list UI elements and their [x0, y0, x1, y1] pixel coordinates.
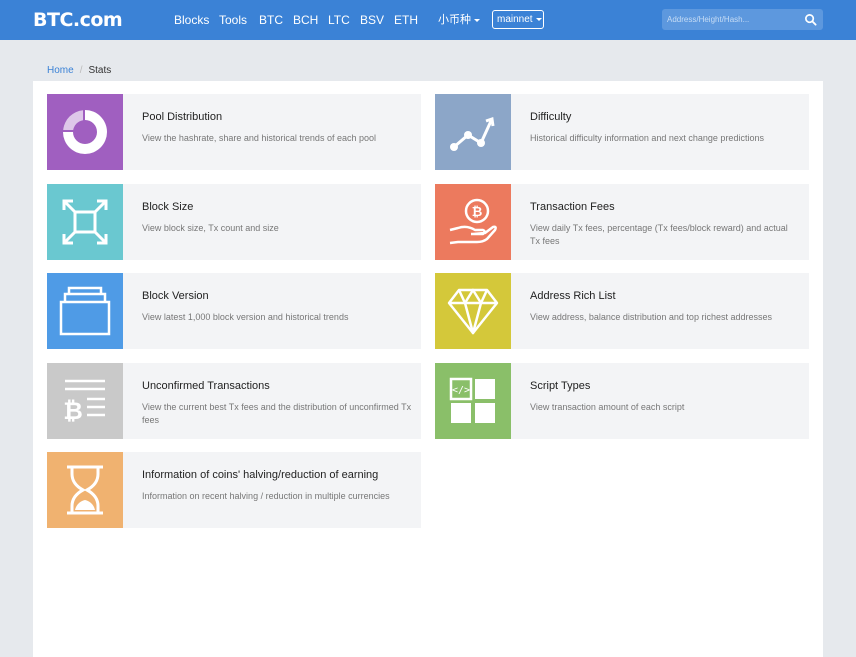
chevron-down-icon [474, 18, 480, 22]
card-block-size[interactable]: Block Size View block size, Tx count and… [47, 184, 421, 260]
breadcrumb: Home / Stats [47, 65, 111, 76]
card-description: View transaction amount of each script [530, 402, 685, 412]
coin-menu-dropdown[interactable]: 小币种 [438, 0, 480, 40]
card-title: Transaction Fees [530, 201, 615, 213]
svg-text:</>: </> [452, 385, 470, 396]
bitcoin-hand-icon: ₿ [449, 198, 497, 245]
breadcrumb-home[interactable]: Home [47, 65, 74, 76]
nav-tools[interactable]: Tools [219, 0, 247, 40]
nav-eth[interactable]: ETH [394, 0, 418, 40]
pie-chart-icon [63, 110, 107, 154]
card-icon-tile [47, 94, 123, 170]
card-title: Block Size [142, 201, 194, 213]
search-box [662, 9, 823, 30]
card-icon-tile: </> [435, 363, 511, 439]
bitcoin-list-icon: ₿ [63, 379, 105, 425]
card-unconfirmed-transactions[interactable]: ₿ Unconfirmed Transactions View the curr… [47, 363, 421, 439]
card-icon-tile: ₿ [435, 184, 511, 260]
svg-text:₿: ₿ [63, 397, 83, 425]
card-icon-tile [435, 94, 511, 170]
trend-line-icon [450, 117, 495, 151]
diamond-icon [447, 288, 499, 335]
network-select[interactable]: mainnet [492, 10, 544, 29]
card-description: View the hashrate, share and historical … [142, 133, 376, 143]
stats-panel: Pool Distribution View the hashrate, sha… [33, 81, 823, 657]
nav-btc[interactable]: BTC [259, 0, 283, 40]
card-title: Address Rich List [530, 290, 616, 302]
nav-ltc[interactable]: LTC [328, 0, 350, 40]
card-block-version[interactable]: Block Version View latest 1,000 block ve… [47, 273, 421, 349]
card-pool-distribution[interactable]: Pool Distribution View the hashrate, sha… [47, 94, 421, 170]
card-description: View latest 1,000 block version and hist… [142, 312, 349, 322]
nav-blocks[interactable]: Blocks [174, 0, 209, 40]
nav-bsv[interactable]: BSV [360, 0, 384, 40]
expand-arrows-icon [62, 199, 108, 245]
site-logo[interactable]: BTC.com [33, 9, 123, 31]
breadcrumb-separator: / [79, 65, 83, 76]
card-title: Pool Distribution [142, 111, 223, 123]
card-title: Difficulty [530, 111, 572, 123]
card-difficulty[interactable]: Difficulty Historical difficulty informa… [435, 94, 809, 170]
card-icon-tile [47, 273, 123, 349]
hourglass-icon [67, 465, 103, 515]
svg-text:₿: ₿ [472, 205, 483, 220]
card-description: Historical difficulty information and ne… [530, 133, 764, 143]
search-input[interactable] [662, 9, 794, 30]
card-description: View block size, Tx count and size [142, 223, 279, 233]
card-icon-tile [47, 184, 123, 260]
nav-bch[interactable]: BCH [293, 0, 318, 40]
code-grid-icon: </> [449, 377, 495, 423]
chevron-down-icon [535, 17, 542, 21]
card-icon-tile [435, 273, 511, 349]
search-icon[interactable] [804, 13, 817, 26]
network-label: mainnet [497, 14, 533, 25]
card-transaction-fees[interactable]: ₿ Transaction Fees View daily Tx fees, p… [435, 184, 809, 260]
card-halving-information[interactable]: Information of coins' halving/reduction … [47, 452, 421, 528]
coin-menu-label: 小币种 [438, 14, 471, 26]
card-icon-tile [47, 452, 123, 528]
card-description: View address, balance distribution and t… [530, 312, 772, 322]
card-description: Information on recent halving / reductio… [142, 491, 390, 501]
card-address-rich-list[interactable]: Address Rich List View address, balance … [435, 273, 809, 349]
stacked-blocks-icon [59, 286, 111, 336]
top-navbar: BTC.com Blocks Tools BTC BCH LTC BSV ETH… [0, 0, 856, 40]
card-script-types[interactable]: </> Script Types View transaction amount… [435, 363, 809, 439]
card-description: View daily Tx fees, percentage (Tx fees/… [530, 223, 788, 246]
card-title: Information of coins' halving/reduction … [142, 469, 379, 481]
card-description: View the current best Tx fees and the di… [142, 402, 412, 425]
card-title: Block Version [142, 290, 209, 302]
breadcrumb-current: Stats [88, 65, 112, 76]
card-icon-tile: ₿ [47, 363, 123, 439]
card-title: Script Types [530, 380, 591, 392]
card-title: Unconfirmed Transactions [142, 380, 270, 392]
